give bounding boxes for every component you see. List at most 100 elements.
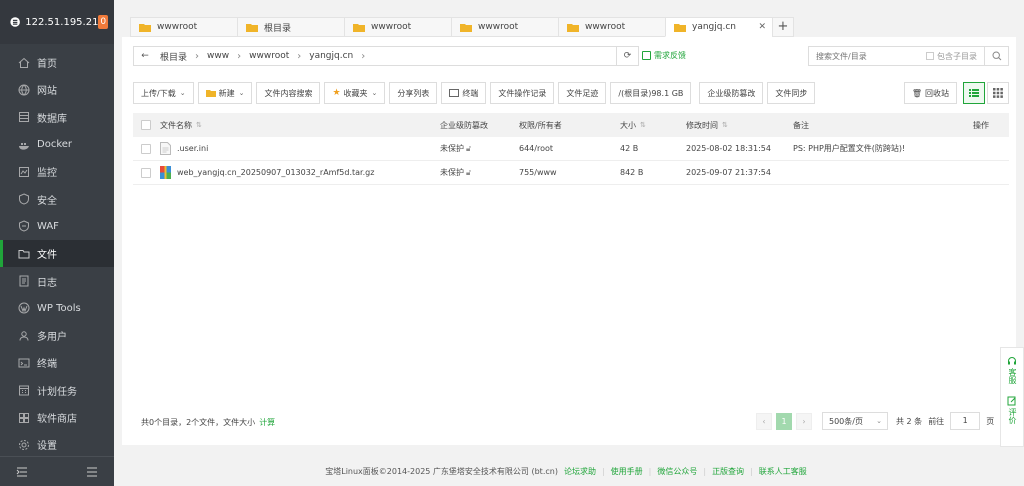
page-number[interactable]: 1 bbox=[776, 412, 792, 430]
refresh-icon[interactable]: ⟳ bbox=[616, 47, 638, 65]
table-row[interactable]: .user.ini 未保护 🔓︎ 644/root 42 B 2025-08-02 18:… bbox=[133, 137, 1009, 161]
sidebar-item-label: 文件 bbox=[37, 250, 57, 262]
sidebar-item-12[interactable]: 计划任务 bbox=[0, 377, 114, 404]
sidebar-item-label: 多用户 bbox=[37, 332, 67, 344]
sidebar: 122.51.195.21 0 首页网站 数据库 Docker 监控 安全 WAF 文件日志… bbox=[0, 0, 114, 486]
sidebar-item-0[interactable]: 首页 bbox=[0, 49, 114, 76]
chevron-down-icon: ⌄ bbox=[876, 417, 882, 425]
sidebar-item-label: 设置 bbox=[37, 441, 57, 453]
server-ip: 122.51.195.21 bbox=[25, 16, 99, 28]
sidebar-item-1[interactable]: 网站 bbox=[0, 76, 114, 103]
share-list-button[interactable]: 分享列表 bbox=[389, 82, 438, 104]
sidebar-item-3[interactable]: Docker bbox=[0, 131, 114, 158]
crumb-root[interactable]: 根目录 bbox=[160, 50, 187, 63]
review-button[interactable]: 评价 bbox=[1007, 396, 1017, 424]
crumb-www[interactable]: www bbox=[207, 51, 229, 61]
list-menu-icon[interactable] bbox=[86, 466, 98, 478]
footer-link-forum[interactable]: 论坛求助 bbox=[564, 466, 596, 477]
row-checkbox[interactable] bbox=[141, 143, 151, 154]
chevron-right-icon: › bbox=[237, 50, 242, 62]
permission-link[interactable]: 644/root bbox=[519, 144, 553, 153]
sidebar-item-label: 首页 bbox=[37, 59, 57, 71]
recycle-bin-button[interactable]: 🗑 回收站 bbox=[903, 82, 957, 104]
crumb-site[interactable]: yangjq.cn bbox=[309, 51, 353, 61]
sidebar-item-8[interactable]: 日志 bbox=[0, 267, 114, 294]
page-footer: 宝塔Linux面板©2014-2025 广东堡塔安全技术有限公司 (bt.cn)… bbox=[325, 466, 807, 477]
unlock-icon: 🔓︎ bbox=[466, 143, 472, 153]
store-icon bbox=[19, 412, 29, 423]
collapse-menu-icon[interactable] bbox=[16, 466, 28, 478]
sidebar-bottom bbox=[0, 456, 114, 486]
search-input[interactable] bbox=[809, 47, 926, 65]
tab-3[interactable]: wwwroot bbox=[451, 17, 558, 37]
permission-link[interactable]: 755/www bbox=[519, 168, 557, 177]
list-view-button[interactable] bbox=[963, 82, 985, 104]
table-row[interactable]: web_yangjq.cn_20250907_013032_rAmf5d.tar… bbox=[133, 161, 1009, 185]
row-checkbox[interactable] bbox=[141, 167, 151, 178]
chevron-right-icon: › bbox=[297, 50, 302, 62]
close-icon[interactable]: ✕ bbox=[758, 22, 766, 32]
col-mtime[interactable]: 修改时间 ⇅ bbox=[686, 120, 728, 131]
footer-link-support[interactable]: 联系人工客服 bbox=[759, 466, 807, 477]
footer-link-manual[interactable]: 使用手册 bbox=[611, 466, 643, 477]
sidebar-item-13[interactable]: 软件商店 bbox=[0, 404, 114, 431]
globe-icon bbox=[18, 84, 30, 96]
back-arrow-icon[interactable]: ← bbox=[134, 51, 156, 61]
terminal-button[interactable]: 终端 bbox=[441, 82, 487, 104]
col-size[interactable]: 大小 ⇅ bbox=[620, 120, 646, 131]
footer-link-license[interactable]: 正版查询 bbox=[712, 466, 744, 477]
sidebar-item-6[interactable]: WAF bbox=[0, 213, 114, 240]
disk-button[interactable]: /(根目录)98.1 GB bbox=[610, 82, 692, 104]
grid-view-button[interactable] bbox=[987, 82, 1009, 104]
sidebar-item-10[interactable]: 多用户 bbox=[0, 322, 114, 349]
col-name[interactable]: 文件名称 ⇅ bbox=[160, 120, 202, 131]
sidebar-item-2[interactable]: 数据库 bbox=[0, 104, 114, 131]
content-search-button[interactable]: 文件内容搜索 bbox=[256, 82, 321, 104]
search-button[interactable] bbox=[984, 47, 1008, 65]
footer-link-wechat[interactable]: 微信公众号 bbox=[657, 466, 697, 477]
sidebar-item-9[interactable]: WP Tools bbox=[0, 295, 114, 322]
sidebar-item-7[interactable]: 文件 bbox=[0, 240, 114, 268]
tab-0[interactable]: wwwroot bbox=[130, 17, 237, 37]
select-all-checkbox[interactable] bbox=[141, 120, 151, 130]
tab-4[interactable]: wwwroot bbox=[558, 17, 665, 37]
favorites-button[interactable]: ★ 收藏夹 ⌄ bbox=[324, 82, 386, 104]
protect-status[interactable]: 未保护 🔓︎ bbox=[440, 167, 471, 178]
crumb-wwwroot[interactable]: wwwroot bbox=[249, 51, 289, 61]
enterprise-protect-button[interactable]: 企业级防篡改 bbox=[699, 82, 764, 104]
table-summary: 共0个目录，2个文件，文件大小 计算 bbox=[141, 418, 276, 427]
calc-size-link[interactable]: 计算 bbox=[259, 418, 275, 427]
protect-status[interactable]: 未保护 🔓︎ bbox=[440, 143, 471, 154]
sidebar-item-11[interactable]: 终端 bbox=[0, 349, 114, 376]
notification-badge[interactable]: 0 bbox=[98, 15, 108, 29]
next-page-button[interactable]: › bbox=[796, 412, 812, 430]
sidebar-item-5[interactable]: 安全 bbox=[0, 185, 114, 212]
file-name[interactable]: web_yangjq.cn_20250907_013032_rAmf5d.tar… bbox=[160, 166, 374, 179]
include-subdir-checkbox[interactable]: 包含子目录 bbox=[926, 51, 977, 62]
tab-1[interactable]: 根目录 bbox=[237, 17, 344, 37]
folder-icon bbox=[353, 23, 365, 32]
sidebar-item-4[interactable]: 监控 bbox=[0, 158, 114, 185]
search-box: 包含子目录 bbox=[808, 46, 1009, 66]
op-log-button[interactable]: 文件操作记录 bbox=[490, 82, 555, 104]
sidebar-item-14[interactable]: 设置 bbox=[0, 431, 114, 458]
address-bar[interactable]: ← 根目录 › www › wwwroot › yangjq.cn › ⟳ bbox=[133, 46, 639, 66]
per-page-select[interactable]: 500条/页 ⌄ bbox=[822, 412, 888, 430]
search-icon bbox=[991, 51, 1001, 61]
upload-download-button[interactable]: 上传/下载 ⌄ bbox=[133, 82, 194, 104]
sidebar-item-label: 终端 bbox=[37, 359, 57, 371]
file-sync-button[interactable]: 文件同步 bbox=[767, 82, 816, 104]
prev-page-button[interactable]: ‹ bbox=[756, 412, 772, 430]
tab-5[interactable]: yangjq.cn ✕ bbox=[665, 17, 772, 37]
page-input[interactable]: 1 bbox=[950, 412, 981, 430]
new-button[interactable]: 新建 ⌄ bbox=[197, 82, 253, 104]
users-icon bbox=[19, 330, 29, 341]
feedback-link[interactable]: 需求反馈 bbox=[642, 50, 686, 61]
float-help: 客服 评价 bbox=[1000, 347, 1024, 447]
service-button[interactable]: 客服 bbox=[1007, 356, 1017, 384]
file-name[interactable]: .user.ini bbox=[160, 142, 208, 155]
tab-2[interactable]: wwwroot bbox=[344, 17, 451, 37]
add-tab-button[interactable]: + bbox=[772, 17, 794, 37]
sidebar-item-label: WP Tools bbox=[37, 302, 81, 314]
footprint-button[interactable]: 文件足迹 bbox=[558, 82, 607, 104]
